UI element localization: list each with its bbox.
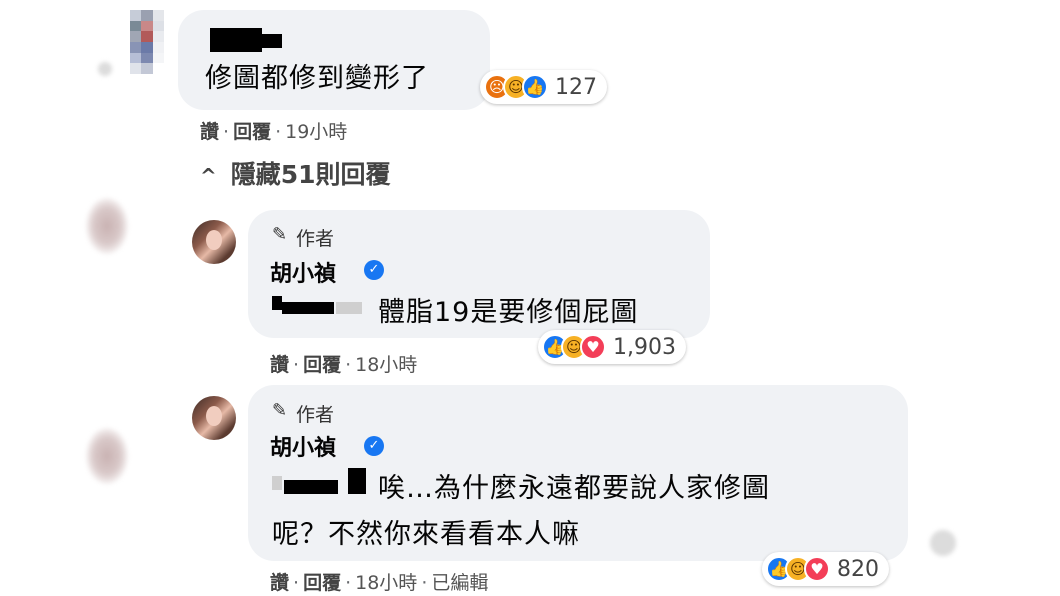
verified-badge-icon: ✓: [364, 260, 384, 280]
redacted-mention: [272, 296, 282, 310]
timestamp[interactable]: 18小時: [355, 354, 417, 376]
reply2-reactions[interactable]: 👍 ☺ ♥ 820: [762, 552, 889, 586]
reply-button[interactable]: 回覆: [233, 121, 271, 143]
hide-replies-toggle[interactable]: ^ 隱藏51則回覆: [200, 155, 391, 191]
timestamp[interactable]: 18小時: [355, 572, 417, 594]
reply2-text-line2: 呢？不然你來看看本人嘛: [272, 519, 580, 550]
reply1-actions: 讚 · 回覆 · 18小時: [270, 354, 418, 376]
author-name[interactable]: 胡小禎: [270, 430, 336, 462]
pen-icon: ✎: [272, 224, 288, 245]
author-avatar[interactable]: [192, 220, 236, 264]
redacted-mention: [282, 302, 334, 314]
like-icon: 👍: [522, 74, 548, 100]
author-tag: 作者: [296, 404, 335, 426]
love-icon: ♥: [580, 334, 606, 360]
timestamp[interactable]: 19小時: [285, 121, 347, 143]
verified-badge-icon: ✓: [364, 436, 384, 456]
redacted-commenter-name: [210, 28, 262, 52]
edited-label[interactable]: 已編輯: [431, 572, 488, 594]
reply2-actions: 讚 · 回覆 · 18小時 · 已編輯: [270, 572, 489, 594]
top-comment-reactions[interactable]: ☹ ☺ 👍 127: [480, 70, 607, 104]
redacted-mention: [348, 468, 366, 494]
chevron-up-icon: ^: [200, 164, 217, 188]
like-button[interactable]: 讚: [270, 572, 289, 594]
top-comment-text: 修圖都修到變形了: [205, 63, 429, 94]
love-icon: ♥: [804, 556, 830, 582]
like-button[interactable]: 讚: [270, 354, 289, 376]
reaction-count: 1,903: [613, 334, 676, 360]
author-tag: 作者: [296, 228, 335, 250]
author-avatar[interactable]: [192, 396, 236, 440]
pen-icon: ✎: [272, 400, 288, 421]
top-comment-actions: 讚 · 回覆 · 19小時: [200, 121, 348, 143]
redacted-mention: [284, 480, 338, 494]
redacted-mention: [272, 476, 282, 490]
hide-replies-label: 隱藏51則回覆: [230, 160, 391, 189]
redacted-mention: [336, 302, 362, 314]
reaction-count: 127: [555, 74, 597, 100]
commenter-avatar-pixelated[interactable]: [130, 10, 164, 74]
reply1-text: 體脂19是要修個屁圖: [378, 297, 639, 328]
reply1-reactions[interactable]: 👍 ☺ ♥ 1,903: [538, 330, 686, 364]
blur-artifact: [98, 62, 112, 76]
blurred-avatar: [86, 428, 128, 484]
blurred-avatar: [86, 198, 128, 254]
author-name[interactable]: 胡小禎: [270, 256, 336, 288]
like-button[interactable]: 讚: [200, 121, 219, 143]
redacted-commenter-name: [258, 34, 282, 48]
reply-button[interactable]: 回覆: [303, 572, 341, 594]
blur-artifact: [930, 530, 956, 556]
reaction-count: 820: [837, 556, 879, 582]
reply2-text-line1: 唉…為什麼永遠都要說人家修圖: [378, 473, 770, 504]
reply-button[interactable]: 回覆: [303, 354, 341, 376]
